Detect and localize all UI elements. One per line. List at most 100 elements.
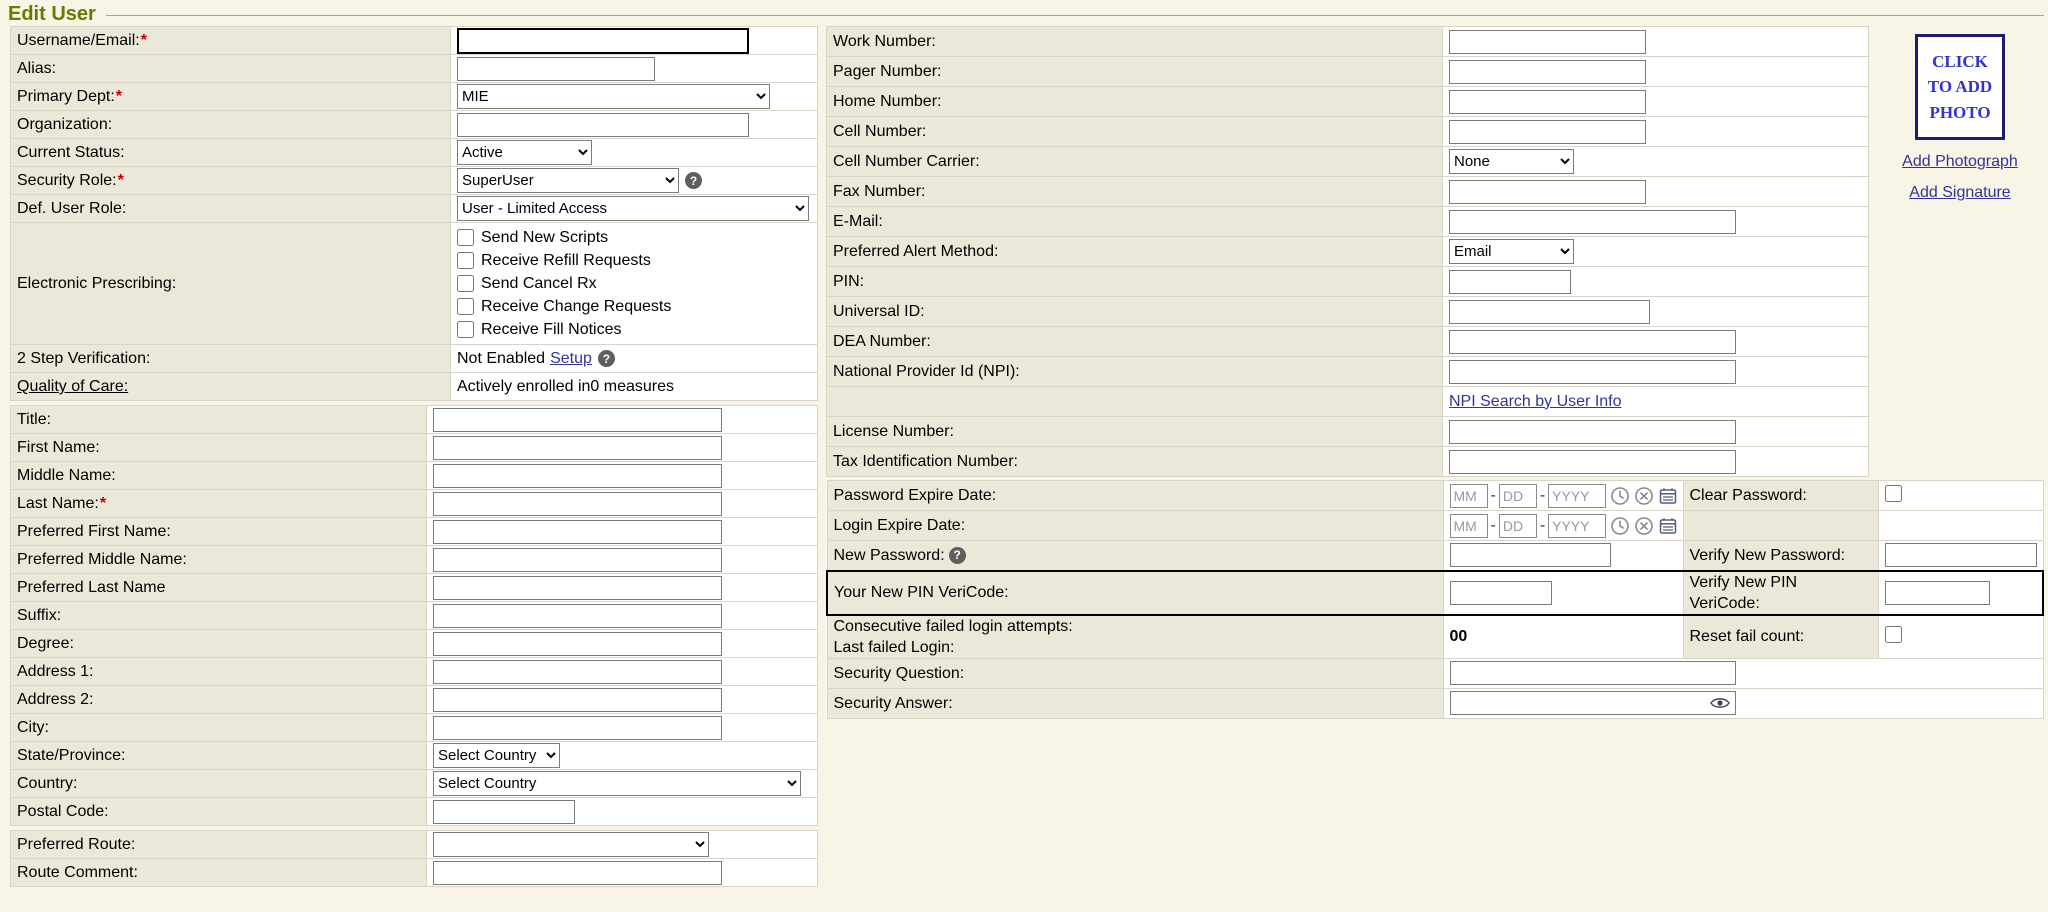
electronic-prescribing-option-label: Receive Change Requests	[481, 298, 671, 316]
home-number-label: Home Number:	[833, 91, 941, 112]
license-number-input[interactable]	[1449, 420, 1736, 444]
cell-number-carrier-select[interactable]: None	[1449, 149, 1574, 174]
clock-icon[interactable]	[1610, 486, 1630, 506]
clock-icon[interactable]	[1610, 516, 1630, 536]
fax-number-input[interactable]	[1449, 180, 1646, 204]
primary-dept-select[interactable]: MIE	[457, 84, 770, 109]
npi-input[interactable]	[1449, 360, 1736, 384]
help-icon[interactable]: ?	[598, 350, 615, 367]
state-province-select[interactable]: Select Country	[433, 743, 560, 768]
cell-number-input[interactable]	[1449, 120, 1646, 144]
def-user-role-select[interactable]: User - Limited Access	[457, 196, 809, 221]
country-select[interactable]: Select Country	[433, 771, 801, 796]
form-row-first-name: First Name:	[11, 434, 818, 462]
control-cell: Select Country	[427, 770, 818, 798]
preferred-last-name-input[interactable]	[433, 576, 722, 600]
e-mail-input[interactable]	[1449, 210, 1736, 234]
clear-date-icon[interactable]	[1634, 516, 1654, 536]
login-expire-date-yyyy-input[interactable]	[1548, 514, 1606, 538]
dea-number-input[interactable]	[1449, 330, 1736, 354]
label-cell: Suffix:	[11, 602, 427, 630]
postal-code-input[interactable]	[433, 800, 575, 824]
suffix-input[interactable]	[433, 604, 722, 628]
control-cell	[1443, 117, 1869, 147]
password-expire-date-yyyy-input[interactable]	[1548, 484, 1606, 508]
pin-input[interactable]	[1449, 270, 1571, 294]
electronic-prescribing-option-label: Send New Scripts	[481, 229, 608, 247]
form-row-preferred-first-name: Preferred First Name:	[11, 518, 818, 546]
control-cell	[1443, 571, 1683, 615]
form-row-pin: PIN:	[827, 267, 1869, 297]
cell-number-label: Cell Number:	[833, 121, 926, 142]
npi-search-link[interactable]: NPI Search by User Info	[1449, 393, 1622, 411]
route-comment-input[interactable]	[433, 861, 722, 885]
city-input[interactable]	[433, 716, 722, 740]
middle-name-input[interactable]	[433, 464, 722, 488]
preferred-alert-method-select[interactable]: Email	[1449, 239, 1574, 264]
electronic-prescribing-checkbox-0[interactable]	[457, 229, 474, 246]
preferred-first-name-input[interactable]	[433, 520, 722, 544]
tax-identification-number-input[interactable]	[1449, 450, 1736, 474]
first-name-input[interactable]	[433, 436, 722, 460]
add-photo-box[interactable]: CLICK TO ADD PHOTO	[1915, 34, 2005, 140]
current-status-select[interactable]: Active	[457, 140, 592, 165]
degree-input[interactable]	[433, 632, 722, 656]
help-icon[interactable]: ?	[685, 172, 702, 189]
control-cell	[427, 859, 818, 887]
pager-number-input[interactable]	[1449, 60, 1646, 84]
control-cell	[427, 546, 818, 574]
calendar-icon[interactable]	[1658, 486, 1678, 506]
username-email-input[interactable]	[457, 28, 749, 54]
work-number-label: Work Number:	[833, 31, 936, 52]
reset-fail-count-checkbox[interactable]	[1885, 626, 1902, 643]
security-answer-input[interactable]	[1450, 691, 1736, 715]
new-pin-vericode-input[interactable]	[1450, 581, 1552, 605]
address-2-input[interactable]	[433, 688, 722, 712]
verify-new-pin-vericode-input[interactable]	[1885, 581, 1990, 605]
preferred-route-select[interactable]	[433, 832, 709, 857]
login-expire-date-mm-input[interactable]	[1450, 514, 1488, 538]
clear-password-checkbox[interactable]	[1885, 485, 1902, 502]
electronic-prescribing-checkbox-2[interactable]	[457, 275, 474, 292]
show-answer-eye-icon[interactable]	[1710, 696, 1730, 710]
preferred-first-name-label: Preferred First Name:	[17, 521, 171, 542]
label-cell: PIN:	[827, 267, 1443, 297]
form-row-state-province: State/Province: Select Country	[11, 742, 818, 770]
electronic-prescribing-checkbox-3[interactable]	[457, 298, 474, 315]
label-cell: Preferred First Name:	[11, 518, 427, 546]
security-question-input[interactable]	[1450, 661, 1736, 685]
password-expire-date-mm-input[interactable]	[1450, 484, 1488, 508]
form-row-username-email: Username/Email:*	[11, 27, 818, 55]
verify-new-password-input[interactable]	[1885, 543, 2037, 567]
form-table: Title:First Name:Middle Name:Last Name:*…	[10, 405, 818, 826]
first-name-label: First Name:	[17, 437, 100, 458]
home-number-input[interactable]	[1449, 90, 1646, 114]
state-province-label: State/Province:	[17, 745, 126, 766]
password-expire-date-dd-input[interactable]	[1499, 484, 1537, 508]
electronic-prescribing-checkbox-4[interactable]	[457, 321, 474, 338]
add-photograph-link[interactable]: Add Photograph	[1880, 153, 2040, 171]
photo-box-line: CLICK	[1932, 49, 1988, 75]
two-step-verification-status-text: Not Enabled	[457, 350, 545, 368]
control-cell	[451, 55, 818, 83]
calendar-icon[interactable]	[1658, 516, 1678, 536]
work-number-input[interactable]	[1449, 30, 1646, 54]
address-1-input[interactable]	[433, 660, 722, 684]
two-step-verification-setup-link[interactable]: Setup	[550, 350, 592, 368]
job-title-input[interactable]	[433, 408, 722, 432]
label-cell: Preferred Alert Method:	[827, 237, 1443, 267]
universal-id-input[interactable]	[1449, 300, 1650, 324]
login-expire-date-dd-input[interactable]	[1499, 514, 1537, 538]
security-role-select[interactable]: SuperUser	[457, 168, 679, 193]
form-row-preferred-alert-method: Preferred Alert Method:Email	[827, 237, 1869, 267]
preferred-middle-name-input[interactable]	[433, 548, 722, 572]
electronic-prescribing-option-label: Receive Fill Notices	[481, 321, 621, 339]
clear-date-icon[interactable]	[1634, 486, 1654, 506]
electronic-prescribing-checkbox-1[interactable]	[457, 252, 474, 269]
help-icon[interactable]: ?	[949, 547, 966, 564]
new-password-input[interactable]	[1450, 543, 1611, 567]
organization-input[interactable]	[457, 113, 749, 137]
alias-input[interactable]	[457, 57, 655, 81]
last-name-input[interactable]	[433, 492, 722, 516]
add-signature-link[interactable]: Add Signature	[1880, 184, 2040, 202]
